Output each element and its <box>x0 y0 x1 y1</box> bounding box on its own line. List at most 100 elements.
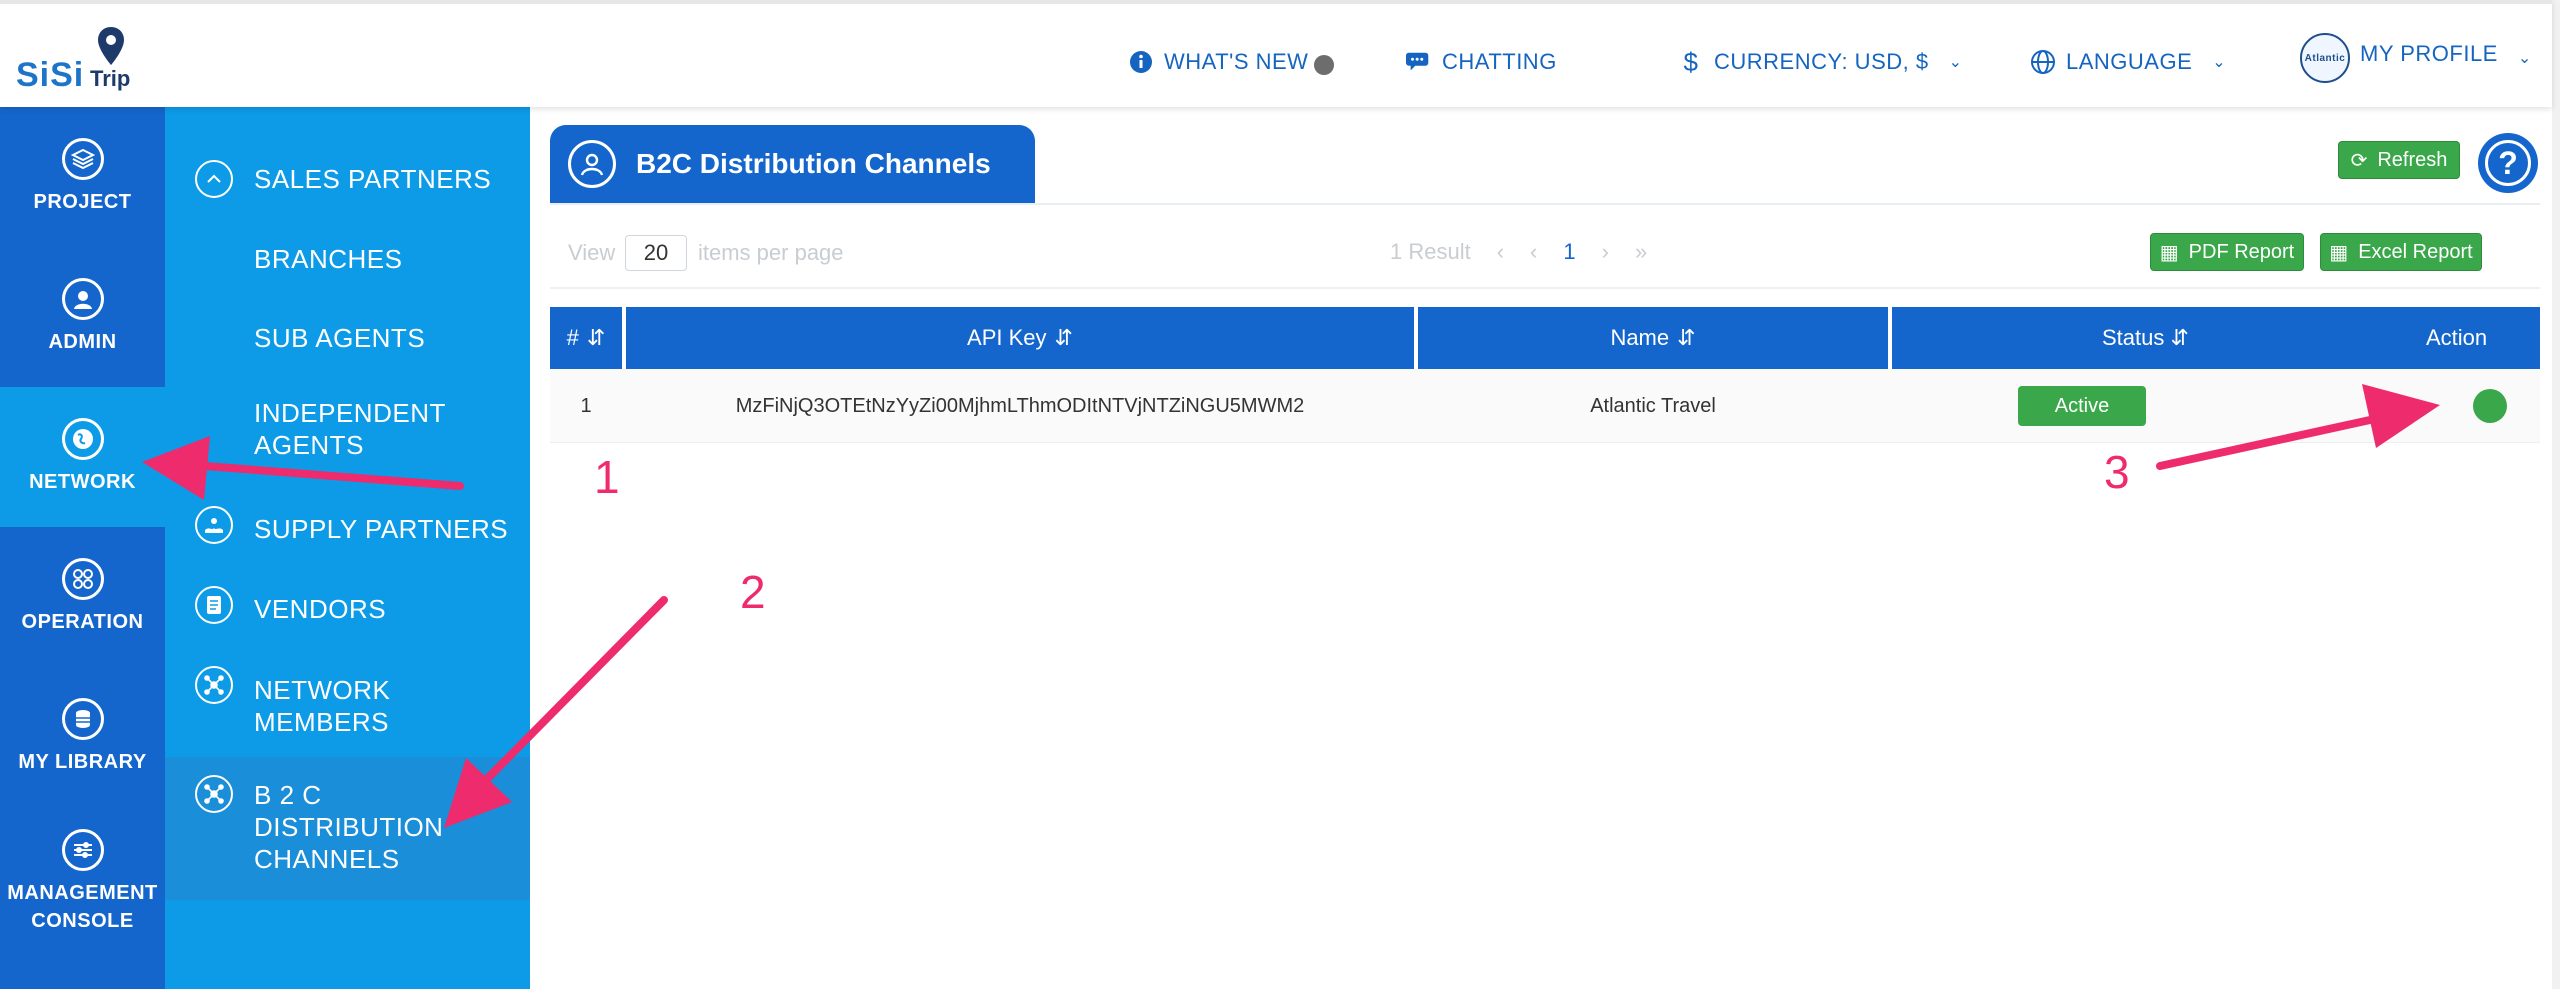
language-selector[interactable]: LANGUAGE ⌄ <box>2030 44 2226 80</box>
subnav-item-network-members[interactable]: NETWORK MEMBERS <box>165 662 530 742</box>
profile-menu[interactable]: Atlantic MY PROFILE ⌄ <box>2300 30 2532 86</box>
grid-icon <box>61 558 104 600</box>
refresh-button[interactable]: ⟳ Refresh <box>2338 141 2460 179</box>
current-page[interactable]: 1 <box>1563 239 1575 265</box>
subnav-item-supply-partners[interactable]: SUPPLY PARTNERS <box>165 502 530 550</box>
brand-logo[interactable]: SiSi Trip <box>16 26 136 96</box>
excel-report-label: Excel Report <box>2358 240 2473 263</box>
prev-page-icon[interactable]: ‹ <box>1530 239 1537 265</box>
first-page-icon[interactable]: ‹ <box>1497 239 1504 265</box>
sort-icon: ⇵ <box>586 325 606 350</box>
help-button[interactable]: ? <box>2478 133 2538 193</box>
chevron-down-icon: ⌄ <box>1948 54 1963 71</box>
divider <box>550 203 2540 205</box>
pagination: 1 Result ‹ ‹ 1 › » <box>1390 239 1647 265</box>
chatting-label: CHATTING <box>1442 49 1557 74</box>
last-page-icon[interactable]: » <box>1635 239 1647 265</box>
sidebar-item-label: OPERATION <box>21 611 144 633</box>
subnav-label: INDEPENDENT AGENTS <box>254 398 446 460</box>
sidebar-item-management-console[interactable]: MANAGEMENT CONSOLE <box>0 807 165 957</box>
chevron-down-icon: ⌄ <box>2212 54 2227 71</box>
primary-sidebar: PROJECT ADMIN NETWORK OPERATION MY LIBRA… <box>0 107 165 989</box>
column-header-name[interactable]: Name ⇵ <box>1418 307 1888 369</box>
divider <box>550 287 2540 289</box>
subnav-label: SUB AGENTS <box>254 323 426 353</box>
sidebar-item-label: PROJECT <box>33 191 132 213</box>
info-icon <box>1128 49 1154 75</box>
subnav-item-independent-agents[interactable]: INDEPENDENT AGENTS <box>165 397 530 477</box>
globe-icon <box>2030 49 2056 75</box>
page-title: B2C Distribution Channels <box>636 148 991 179</box>
result-count: 1 Result <box>1390 239 1471 264</box>
subnav-label: BRANCHES <box>254 244 403 274</box>
dollar-icon: $ <box>1683 46 1699 77</box>
sort-icon: ⇵ <box>1677 325 1696 350</box>
brand-name: SiSi <box>16 56 85 94</box>
chevron-up-icon <box>195 160 233 198</box>
sidebar-item-network[interactable]: NETWORK <box>0 387 165 527</box>
subnav-item-b2c-distribution-channels[interactable]: B 2 C DISTRIBUTION CHANNELS <box>165 757 530 900</box>
items-per-page-input[interactable]: 20 <box>625 235 687 271</box>
chatting-link[interactable]: CHATTING <box>1406 44 1557 80</box>
pdf-report-button[interactable]: ▦ PDF Report <box>2150 233 2304 271</box>
network-icon <box>195 666 233 704</box>
currency-selector[interactable]: $ CURRENCY: USD, $ ⌄ <box>1678 44 1963 80</box>
status-badge: Active <box>2018 386 2146 426</box>
sidebar-item-label: MY LIBRARY <box>18 751 147 773</box>
user-icon <box>61 278 104 320</box>
sort-icon: ⇵ <box>2170 325 2189 350</box>
view-label: View <box>568 240 616 265</box>
column-header-status[interactable]: Status ⇵ Action <box>1892 307 2540 369</box>
top-header: SiSi Trip WHAT'S NEW CHATTING $ CURRENCY… <box>0 0 2552 107</box>
sidebar-item-my-library[interactable]: MY LIBRARY <box>0 667 165 807</box>
annotation-number: 2 <box>740 566 766 618</box>
row-index: 1 <box>580 394 592 417</box>
sidebar-item-label: MANAGEMENT CONSOLE <box>7 882 158 932</box>
next-page-icon[interactable]: › <box>1602 239 1609 265</box>
chat-icon <box>1406 49 1432 75</box>
subnav-item-sub-agents[interactable]: SUB AGENTS <box>165 316 530 364</box>
pdf-file-icon: ▦ <box>2159 241 2179 264</box>
profile-label: MY PROFILE <box>2360 41 2498 66</box>
subnav-item-vendors[interactable]: VENDORS <box>165 582 530 630</box>
app-root: SiSi Trip WHAT'S NEW CHATTING $ CURRENCY… <box>0 0 2560 989</box>
action-button[interactable] <box>2473 389 2507 423</box>
table-row[interactable]: 1 MzFiNjQ3OTEtNzYyZi00MjhmLThmODItNTVjNT… <box>550 369 2540 443</box>
subnav-label: NETWORK MEMBERS <box>254 675 391 737</box>
sort-icon: ⇵ <box>1054 325 1073 350</box>
database-icon <box>61 698 104 740</box>
annotation-number: 3 <box>2104 446 2130 498</box>
main-content: B2C Distribution Channels ⟳ Refresh ? Vi… <box>530 107 2552 989</box>
per-page-label: items per page <box>698 240 844 265</box>
sidebar-item-label: NETWORK <box>29 471 136 493</box>
subnav-label: SALES PARTNERS <box>254 164 492 194</box>
subnav-item-branches[interactable]: BRANCHES <box>165 237 530 285</box>
excel-report-button[interactable]: ▦ Excel Report <box>2320 233 2482 271</box>
question-icon: ? <box>2485 140 2531 186</box>
column-header-api-key[interactable]: API Key ⇵ <box>626 307 1414 369</box>
panel-header: B2C Distribution Channels <box>550 125 1035 203</box>
sidebar-item-project[interactable]: PROJECT <box>0 107 165 247</box>
handshake-icon <box>195 506 233 544</box>
secondary-sidebar: SALES PARTNERS BRANCHES SUB AGENTS INDEP… <box>165 107 530 989</box>
network-icon <box>195 775 233 813</box>
location-pin-icon <box>98 27 124 65</box>
sidebar-item-label: ADMIN <box>48 331 117 353</box>
brand-suffix: Trip <box>90 66 131 91</box>
pdf-report-label: PDF Report <box>2188 240 2295 263</box>
row-action <box>2460 369 2520 443</box>
sidebar-item-admin[interactable]: ADMIN <box>0 247 165 387</box>
sidebar-item-operation[interactable]: OPERATION <box>0 527 165 667</box>
scrollbar[interactable] <box>2552 0 2560 989</box>
whats-new-link[interactable]: WHAT'S NEW <box>1128 44 1335 80</box>
subnav-label: SUPPLY PARTNERS <box>254 514 509 544</box>
avatar: Atlantic <box>2300 33 2350 83</box>
column-header-index[interactable]: # ⇵ <box>550 307 622 369</box>
row-api-key: MzFiNjQ3OTEtNzYyZi00MjhmLThmODItNTVjNTZi… <box>735 394 1305 417</box>
notification-dot <box>1314 55 1335 75</box>
sliders-icon <box>61 829 104 871</box>
subnav-item-sales-partners[interactable]: SALES PARTNERS <box>165 155 530 203</box>
globe-icon <box>61 418 104 460</box>
subnav-label: VENDORS <box>254 594 387 624</box>
chevron-down-icon: ⌄ <box>2517 50 2532 67</box>
